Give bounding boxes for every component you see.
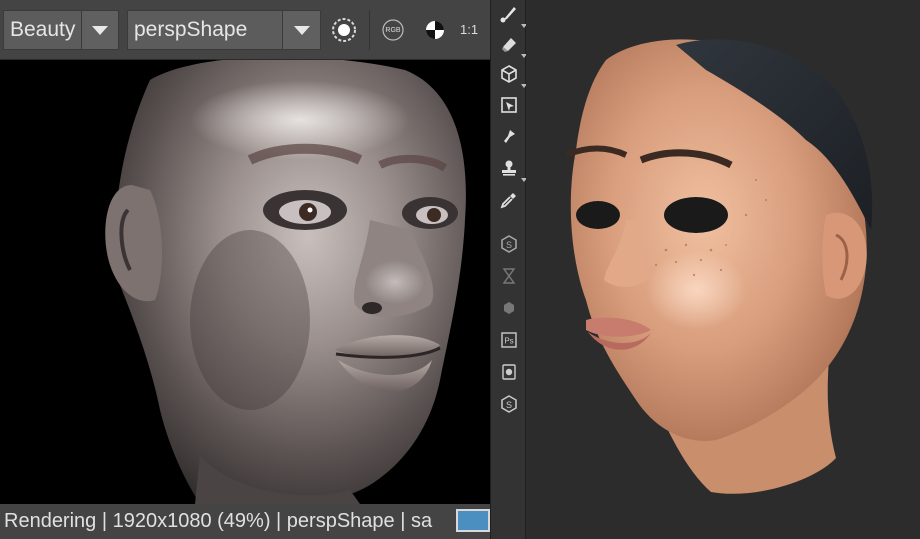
chevron-down-icon[interactable] bbox=[81, 10, 118, 49]
photoshop-icon[interactable]: Ps bbox=[497, 328, 521, 352]
projection-icon[interactable] bbox=[497, 93, 521, 117]
aov-value: Beauty bbox=[10, 17, 76, 41]
eyedropper-icon[interactable] bbox=[497, 188, 521, 212]
chevron-down-icon[interactable] bbox=[282, 10, 320, 49]
tool-strip: S Ps S bbox=[490, 0, 527, 539]
aov-dropdown[interactable]: Beauty bbox=[3, 9, 119, 50]
eraser-icon[interactable] bbox=[497, 32, 527, 58]
stamp-icon[interactable] bbox=[497, 156, 527, 182]
render-region-icon[interactable] bbox=[325, 10, 363, 50]
hourglass-icon[interactable] bbox=[497, 264, 521, 288]
camera-dropdown[interactable]: perspShape bbox=[127, 9, 321, 50]
svg-text:S: S bbox=[506, 400, 512, 410]
camera-value: perspShape bbox=[134, 17, 248, 41]
brush-icon[interactable] bbox=[497, 2, 527, 28]
3d-viewport[interactable] bbox=[526, 0, 920, 539]
render-view-panel: Beauty perspShape RGB 1:1 Rendering | 19… bbox=[0, 0, 490, 539]
svg-text:S: S bbox=[506, 240, 512, 250]
substance-icon[interactable]: S bbox=[497, 232, 521, 256]
substance-alt-icon[interactable]: S bbox=[497, 392, 521, 416]
render-toolbar: Beauty perspShape RGB 1:1 bbox=[0, 0, 490, 60]
cube-icon[interactable] bbox=[497, 62, 527, 88]
exposure-icon[interactable] bbox=[416, 10, 454, 50]
material-icon[interactable] bbox=[497, 360, 521, 384]
substance-small-icon[interactable] bbox=[497, 296, 521, 320]
smudge-icon[interactable] bbox=[497, 124, 521, 148]
status-text: Rendering | 1920x1080 (49%) | perspShape… bbox=[4, 510, 433, 532]
color-swatch[interactable] bbox=[456, 509, 490, 532]
render-status-bar: Rendering | 1920x1080 (49%) | perspShape… bbox=[0, 504, 490, 539]
svg-text:Ps: Ps bbox=[504, 337, 513, 346]
zoom-ratio-label[interactable]: 1:1 bbox=[460, 22, 478, 37]
toolbar-divider bbox=[369, 9, 370, 50]
render-preview-image bbox=[0, 60, 490, 504]
rgb-channel-button[interactable]: RGB bbox=[374, 10, 412, 50]
rgb-label: RGB bbox=[385, 26, 401, 34]
